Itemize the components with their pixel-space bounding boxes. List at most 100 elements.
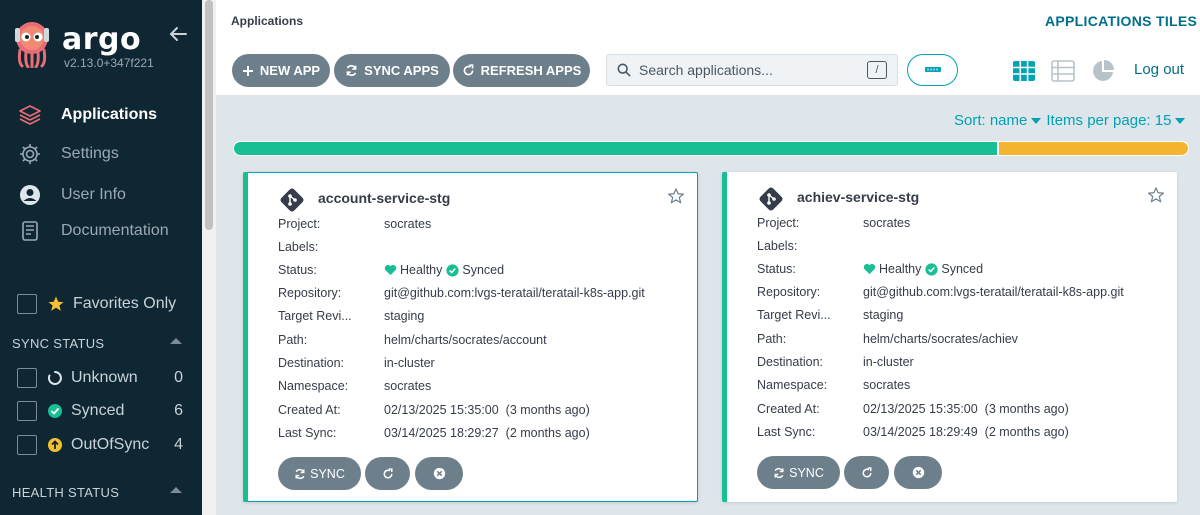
filter-count: 4 xyxy=(174,436,183,453)
app-tile[interactable]: achiev-service-stg Project: socrates Labe… xyxy=(722,172,1177,502)
sidebar-item-documentation[interactable]: Documentation xyxy=(18,218,169,244)
sort-dropdown[interactable]: Sort: name xyxy=(954,112,1027,129)
sidebar-scroll-thumb[interactable] xyxy=(205,0,213,230)
search-input[interactable] xyxy=(639,62,859,78)
refresh-button[interactable] xyxy=(365,457,410,490)
sort-caret-icon xyxy=(1031,117,1042,124)
sync-apps-label: SYNC APPS xyxy=(364,63,439,78)
star-icon xyxy=(48,296,64,311)
filter-count: 0 xyxy=(174,369,183,386)
refresh-button[interactable] xyxy=(844,456,889,489)
filter-bar-icon xyxy=(924,67,941,72)
favorites-only-filter[interactable]: Favorites Only xyxy=(17,294,176,314)
sidebar-item-user-info[interactable]: User Info xyxy=(18,182,126,208)
delete-button[interactable] xyxy=(415,457,463,490)
field-path: Path: helm/charts/socrates/achiev xyxy=(757,332,1018,346)
toggle-filters-button[interactable] xyxy=(907,54,958,86)
sync-status-collapse-icon[interactable] xyxy=(170,338,182,344)
delete-button[interactable] xyxy=(894,456,942,489)
field-destination: Destination: in-cluster xyxy=(757,355,914,369)
sync-button[interactable]: SYNC xyxy=(757,456,840,489)
book-icon xyxy=(18,219,42,243)
field-target-revision: Target Revi... staging xyxy=(757,308,904,322)
app-tile[interactable]: account-service-stg Project: socrates Lab… xyxy=(243,172,698,502)
search-shortcut-key: / xyxy=(867,61,887,79)
field-status: Status: Healthy Synced xyxy=(278,263,505,277)
field-last-sync: Last Sync: 03/14/2025 18:29:27 (2 months … xyxy=(278,426,590,440)
sort-controls: Sort: name Items per page: 15 xyxy=(954,112,1190,129)
favorite-star-icon[interactable] xyxy=(667,187,685,205)
sync-button[interactable]: SYNC xyxy=(278,457,361,490)
field-path: Path: helm/charts/socrates/account xyxy=(278,333,547,347)
user-icon xyxy=(18,183,42,207)
sync-icon xyxy=(773,467,785,479)
items-per-page-dropdown[interactable]: Items per page: 15 xyxy=(1046,112,1171,129)
list-view-icon[interactable] xyxy=(1051,59,1075,83)
sidebar-item-label: Applications xyxy=(61,106,158,123)
tiles-view-icon[interactable] xyxy=(1012,59,1036,83)
favorite-star-icon[interactable] xyxy=(1147,186,1165,204)
gear-icon xyxy=(18,142,42,166)
filter-label: Synced xyxy=(71,402,125,419)
filter-checkbox[interactable] xyxy=(17,435,37,455)
field-namespace: Namespace: socrates xyxy=(757,378,911,392)
plus-icon xyxy=(242,65,254,77)
sync-filter-unknown[interactable]: Unknown 0 xyxy=(17,368,183,388)
brand-version: v2.13.0+347f221 xyxy=(64,56,154,70)
field-destination: Destination: in-cluster xyxy=(278,356,435,370)
refresh-icon xyxy=(861,466,873,479)
new-app-button[interactable]: NEW APP xyxy=(232,54,330,87)
refresh-apps-label: REFRESH APPS xyxy=(480,63,582,78)
heart-icon xyxy=(863,263,876,275)
sync-button-label: SYNC xyxy=(789,465,824,480)
close-circle-icon xyxy=(912,466,925,479)
sync-filter-synced[interactable]: Synced 6 xyxy=(17,401,183,421)
check-circle-icon xyxy=(47,403,63,419)
sync-apps-button[interactable]: SYNC APPS xyxy=(334,54,450,87)
sidebar-item-applications[interactable]: Applications xyxy=(18,102,157,128)
argo-logo-icon xyxy=(15,22,49,68)
field-labels: Labels: xyxy=(757,239,798,253)
circle-notch-icon xyxy=(47,370,63,386)
logout-link[interactable]: Log out xyxy=(1134,61,1184,78)
sync-status-title: SYNC STATUS xyxy=(12,336,105,351)
sidebar-item-settings[interactable]: Settings xyxy=(18,141,119,167)
check-circle-icon xyxy=(925,262,938,276)
field-namespace: Namespace: socrates xyxy=(278,379,432,393)
git-repo-icon xyxy=(280,188,304,212)
brand-name: argo xyxy=(62,22,142,57)
layers-icon xyxy=(18,103,42,127)
view-title: APPLICATIONS TILES xyxy=(1045,13,1198,29)
app-name[interactable]: achiev-service-stg xyxy=(797,189,919,205)
filter-checkbox[interactable] xyxy=(17,368,37,388)
sidebar-item-label: User Info xyxy=(61,186,126,203)
health-bar-healthy-segment xyxy=(234,142,998,155)
refresh-icon xyxy=(462,64,475,77)
field-created-at: Created At: 02/13/2025 15:35:00 (3 months… xyxy=(278,403,590,417)
close-circle-icon xyxy=(433,467,446,480)
field-target-revision: Target Revi... staging xyxy=(278,309,425,323)
arrow-up-circle-icon xyxy=(47,437,63,453)
field-labels: Labels: xyxy=(278,240,319,254)
search-box[interactable]: / xyxy=(606,54,898,86)
field-project: Project: socrates xyxy=(757,216,911,230)
favorites-checkbox[interactable] xyxy=(17,294,37,314)
sync-filter-outofsync[interactable]: OutOfSync 4 xyxy=(17,435,183,455)
app-name[interactable]: account-service-stg xyxy=(318,190,450,206)
new-app-label: NEW APP xyxy=(259,63,321,78)
field-created-at: Created At: 02/13/2025 15:35:00 (3 months… xyxy=(757,402,1069,416)
summary-pie-icon[interactable] xyxy=(1091,59,1115,83)
collapse-sidebar-icon[interactable] xyxy=(168,24,188,44)
filter-label: OutOfSync xyxy=(71,436,150,453)
search-icon xyxy=(617,63,631,77)
refresh-icon xyxy=(382,467,394,480)
filter-label: Unknown xyxy=(71,369,138,386)
filter-checkbox[interactable] xyxy=(17,401,37,421)
refresh-apps-button[interactable]: REFRESH APPS xyxy=(453,54,590,87)
git-repo-icon xyxy=(759,187,783,211)
sidebar: argo v2.13.0+347f221 Applications Settin… xyxy=(0,0,202,515)
heart-icon xyxy=(384,264,397,276)
page-title: Applications xyxy=(231,14,304,28)
health-status-collapse-icon[interactable] xyxy=(170,487,182,493)
field-project: Project: socrates xyxy=(278,217,432,231)
